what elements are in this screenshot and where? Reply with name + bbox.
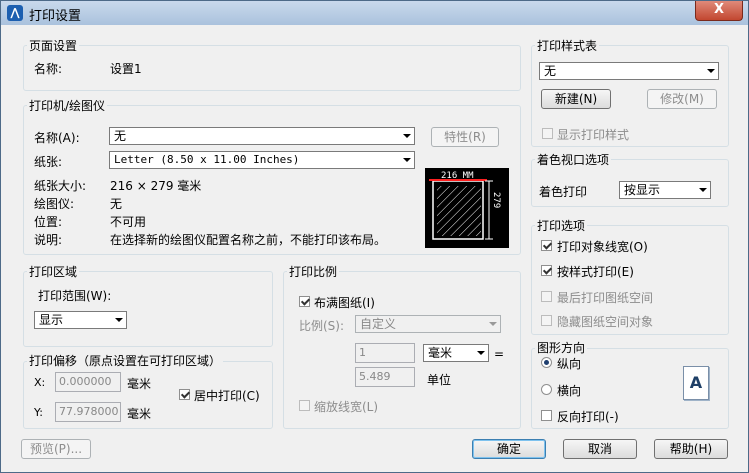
shade-plot-label: 着色打印 — [539, 185, 588, 199]
offset-x-input[interactable]: 0.000000 — [55, 372, 121, 392]
landscape-label: 横向 — [557, 384, 582, 398]
ok-button[interactable]: 确定 — [472, 439, 546, 459]
reverse-plot-checkbox[interactable] — [541, 410, 552, 421]
portrait-radio[interactable] — [541, 357, 552, 368]
scale-value1-input[interactable]: 1 — [355, 343, 415, 363]
printer-title: 打印机/绘图仪 — [27, 97, 108, 114]
plotter-label: 绘图仪: — [34, 197, 75, 211]
portrait-orientation-icon: A — [683, 366, 709, 400]
location-label: 位置: — [34, 215, 63, 229]
page-setup-name-value: 设置1 — [110, 62, 142, 76]
scale-value2-input[interactable]: 5.489 — [355, 367, 415, 387]
paper-size-label: 纸张大小: — [34, 179, 87, 193]
plot-scale-title: 打印比例 — [287, 263, 340, 280]
window-title: 打印设置 — [29, 9, 82, 24]
reverse-plot-label: 反向打印(-) — [557, 410, 619, 424]
chevron-down-icon — [477, 351, 485, 355]
page-setup-name-label: 名称: — [34, 62, 63, 76]
title-bar: ⋀ 打印设置 X — [1, 1, 748, 25]
plot-area-group — [23, 271, 273, 347]
close-button[interactable]: X — [695, 1, 743, 21]
chevron-down-icon — [707, 69, 715, 73]
style-table-select[interactable]: 无 — [539, 62, 719, 80]
description-value: 在选择新的绘图仪配置名称之前，不能打印该布局。 — [110, 233, 387, 247]
paper-preview-graphic: 216 MM 279 — [429, 171, 501, 240]
plot-range-value: 显示 — [39, 313, 64, 327]
scale-unit-label: 单位 — [427, 373, 452, 387]
hide-paperspace-label: 隐藏图纸空间对象 — [557, 315, 654, 329]
properties-button[interactable]: 特性(R) — [431, 127, 499, 147]
offset-y-unit: 毫米 — [127, 407, 152, 421]
scale-lineweight-label: 缩放线宽(L) — [314, 400, 379, 414]
hide-paperspace-checkbox[interactable] — [541, 315, 552, 326]
new-style-button[interactable]: 新建(N) — [541, 89, 611, 109]
edit-style-button[interactable]: 修改(M) — [647, 89, 717, 109]
scale-lineweight-checkbox[interactable] — [299, 400, 310, 411]
plotter-value: 无 — [110, 197, 123, 211]
scale-unit-select[interactable]: 毫米 — [423, 344, 489, 362]
location-value: 不可用 — [110, 215, 147, 229]
plot-area-title: 打印区域 — [27, 263, 80, 280]
preview-width-text: 216 MM — [441, 171, 474, 181]
plot-range-select[interactable]: 显示 — [34, 311, 127, 329]
scale-unit-value: 毫米 — [428, 346, 453, 360]
paper-select[interactable]: Letter (8.50 x 11.00 Inches) — [109, 151, 415, 169]
orientation-title: 图形方向 — [535, 339, 588, 356]
chevron-down-icon — [699, 188, 707, 192]
plot-paperspace-last-checkbox[interactable] — [541, 291, 552, 302]
printer-name-label: 名称(A): — [34, 131, 80, 145]
paper-size-value: 216 × 279 毫米 — [110, 179, 202, 193]
printer-name-value: 无 — [114, 129, 127, 143]
shade-plot-select[interactable]: 按显示 — [619, 181, 711, 199]
plot-lineweights-label: 打印对象线宽(O) — [557, 240, 648, 254]
equals-sign: = — [494, 347, 505, 361]
paper-value: Letter (8.50 x 11.00 Inches) — [114, 153, 300, 166]
plot-with-styles-label: 按样式打印(E) — [557, 265, 634, 279]
show-styles-checkbox[interactable] — [542, 128, 553, 139]
chevron-down-icon — [403, 134, 411, 138]
portrait-label: 纵向 — [557, 357, 582, 371]
scale-label: 比例(S): — [299, 319, 345, 333]
offset-y-input[interactable]: 77.978000 — [55, 402, 121, 422]
offset-x-unit: 毫米 — [127, 377, 152, 391]
help-button[interactable]: 帮助(H) — [654, 439, 728, 459]
app-icon: ⋀ — [7, 5, 23, 21]
print-settings-dialog: ⋀ 打印设置 X 页面设置 名称: 设置1 打印机/绘图仪 名称(A): 无 特… — [0, 0, 749, 473]
plot-range-label: 打印范围(W): — [38, 289, 112, 303]
cancel-button[interactable]: 取消 — [563, 439, 637, 459]
shade-plot-value: 按显示 — [624, 183, 661, 197]
scale-select[interactable]: 自定义 — [355, 315, 501, 333]
page-setup-title: 页面设置 — [27, 37, 80, 54]
chevron-down-icon — [403, 158, 411, 162]
printer-name-select[interactable]: 无 — [109, 127, 415, 145]
fit-paper-checkbox[interactable] — [299, 296, 310, 307]
paper-label: 纸张: — [34, 155, 63, 169]
style-table-title: 打印样式表 — [535, 37, 600, 54]
description-label: 说明: — [34, 233, 63, 247]
fit-paper-label: 布满图纸(I) — [314, 296, 375, 310]
plot-options-title: 打印选项 — [535, 217, 588, 234]
shaded-viewport-title: 着色视口选项 — [535, 151, 612, 168]
plot-with-styles-checkbox[interactable] — [541, 265, 552, 276]
show-styles-label: 显示打印样式 — [557, 128, 630, 142]
landscape-radio[interactable] — [541, 384, 552, 395]
center-plot-checkbox[interactable] — [179, 389, 190, 400]
preview-height-text: 279 — [491, 192, 501, 208]
preview-button[interactable]: 预览(P)... — [21, 439, 91, 459]
offset-x-label: X: — [34, 376, 46, 389]
page-setup-group — [23, 45, 521, 91]
plot-offset-title: 打印偏移（原点设置在可打印区域） — [27, 352, 224, 369]
offset-y-label: Y: — [34, 406, 43, 419]
center-plot-label: 居中打印(C) — [194, 389, 260, 403]
chevron-down-icon — [489, 322, 497, 326]
chevron-down-icon — [115, 318, 123, 322]
style-table-value: 无 — [544, 64, 557, 78]
scale-value: 自定义 — [360, 317, 397, 331]
plot-paperspace-last-label: 最后打印图纸空间 — [557, 291, 654, 305]
plot-lineweights-checkbox[interactable] — [541, 240, 552, 251]
paper-preview: 216 MM 279 — [425, 168, 509, 248]
